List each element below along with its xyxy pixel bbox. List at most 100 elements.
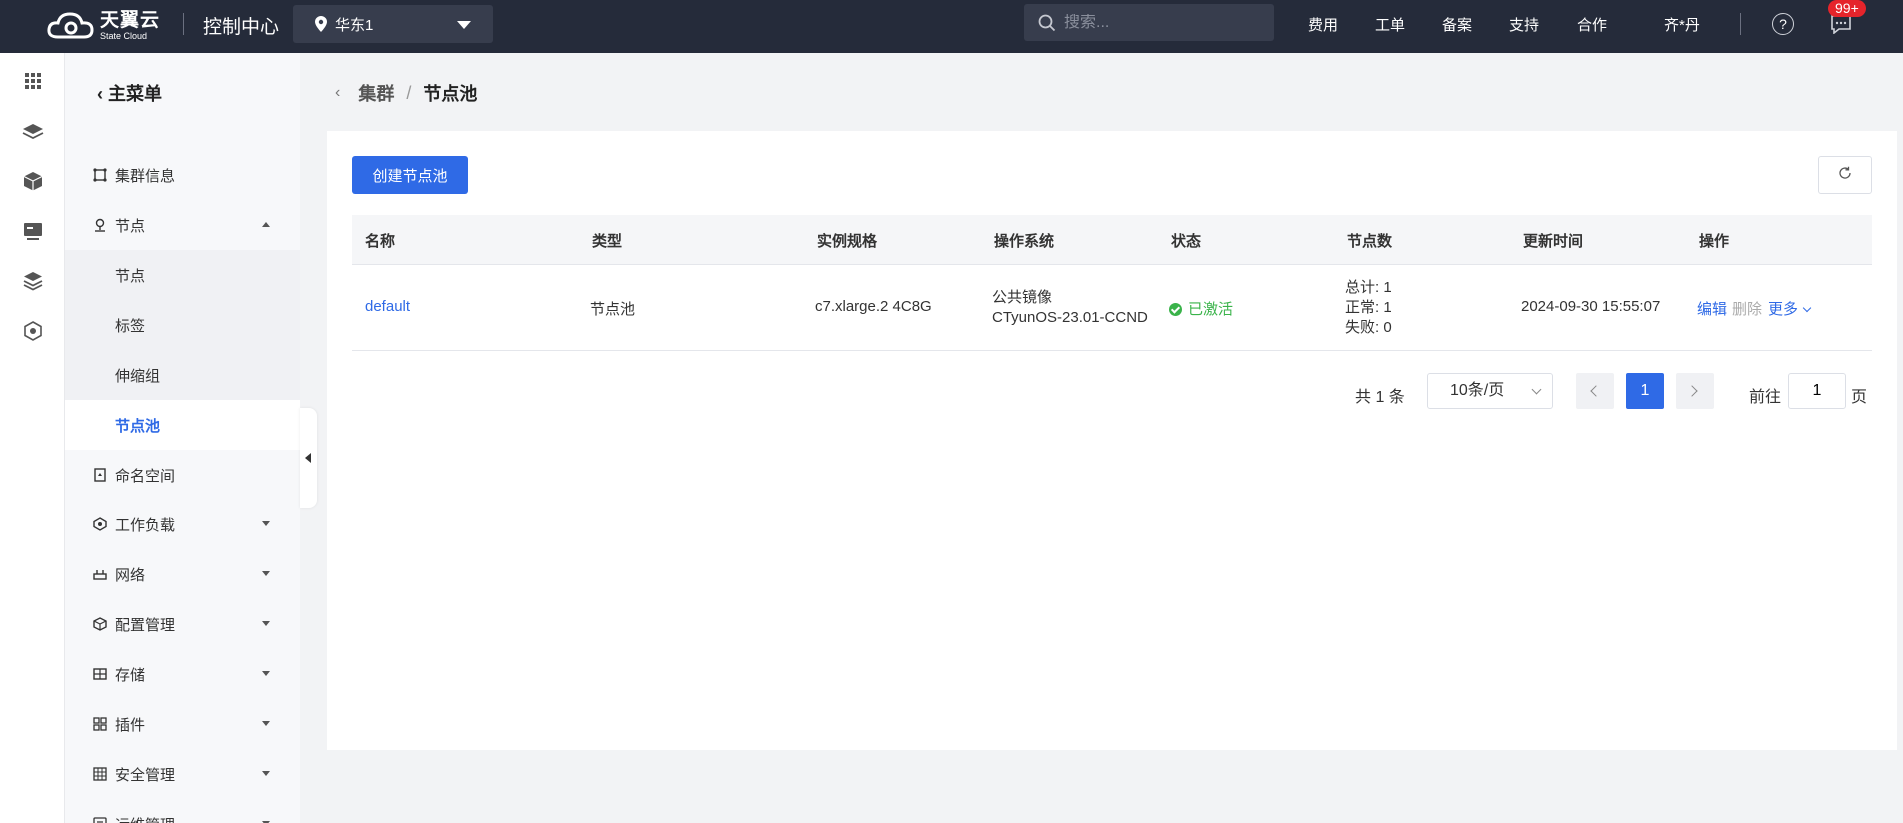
layers-icon[interactable] <box>22 120 44 142</box>
refresh-button[interactable] <box>1818 156 1872 194</box>
sidebar-item-label: 节点 <box>115 217 146 235</box>
sidebar-item-label: 集群信息 <box>115 167 176 185</box>
monitor-icon[interactable] <box>22 220 44 242</box>
cube-icon[interactable] <box>22 170 44 192</box>
sidebar-subitem-labels[interactable]: 标签 <box>65 300 300 350</box>
node-pin-icon <box>95 218 105 232</box>
sidebar-item-plugins[interactable]: 插件 <box>65 699 300 749</box>
chevron-left-icon <box>1590 385 1602 397</box>
more-dropdown[interactable]: 更多 <box>1768 298 1812 319</box>
global-search[interactable] <box>1024 4 1274 41</box>
os-cell: 公共镜像 CTyunOS-23.01-CCND <box>992 288 1152 328</box>
type-cell: 节点池 <box>590 301 636 318</box>
sidebar-item-label: 安全管理 <box>115 766 176 784</box>
caret-down-icon <box>262 621 270 626</box>
page-size-value: 10条/页 <box>1450 382 1505 399</box>
chevron-down-icon <box>1531 384 1542 395</box>
nav-filing[interactable]: 备案 <box>1442 14 1472 35</box>
nodes-failed: 失败: 0 <box>1345 319 1392 336</box>
sidebar-item-label: 工作负载 <box>115 516 176 534</box>
edit-link[interactable]: 编辑 <box>1697 298 1727 319</box>
caret-down-icon <box>262 671 270 676</box>
notification-badge: 99+ <box>1828 0 1866 17</box>
spec-cell: c7.xlarge.2 4C8G <box>815 298 932 315</box>
nav-billing[interactable]: 费用 <box>1308 14 1338 35</box>
console-title[interactable]: 控制中心 <box>203 12 279 39</box>
sidebar-subitem-scaling-groups[interactable]: 伸缩组 <box>65 350 300 400</box>
page-number-current[interactable]: 1 <box>1626 373 1664 409</box>
breadcrumb-parent[interactable]: 集群 <box>358 80 394 106</box>
location-pin-icon <box>315 16 327 32</box>
delete-link[interactable]: 删除 <box>1732 298 1762 319</box>
breadcrumb-separator: / <box>406 82 412 103</box>
breadcrumb-current: 节点池 <box>423 84 478 104</box>
sidebar-subitem-nodes[interactable]: 节点 <box>65 250 300 300</box>
sidebar-collapse-handle[interactable] <box>300 408 317 508</box>
network-hex-icon[interactable] <box>22 320 44 342</box>
page-size-select[interactable]: 10条/页 <box>1427 373 1553 409</box>
sidebar-item-workloads[interactable]: 工作负载 <box>65 499 300 549</box>
caret-down-icon <box>262 721 270 726</box>
column-header-os: 操作系统 <box>994 233 1055 250</box>
page-suffix: 页 <box>1851 389 1868 406</box>
message-icon[interactable] <box>1830 14 1852 34</box>
refresh-icon <box>1839 166 1851 179</box>
sidebar-subitem-node-pools[interactable]: 节点池 <box>65 400 300 450</box>
region-selector[interactable]: 华东1 <box>293 5 493 43</box>
sidebar-item-label: 存储 <box>115 666 146 684</box>
grid-apps-icon[interactable] <box>22 70 44 92</box>
sidebar-item-label: 网络 <box>115 566 146 584</box>
config-icon <box>93 617 107 631</box>
search-icon <box>1038 14 1056 31</box>
user-name[interactable]: 齐*丹 <box>1664 14 1700 35</box>
header-divider-right <box>1740 13 1741 35</box>
sidebar-item-ops[interactable]: 运维管理 <box>65 799 300 823</box>
sidebar-item-cluster-info[interactable]: 集群信息 <box>65 150 300 200</box>
next-page-button[interactable] <box>1676 373 1714 409</box>
column-header-type: 类型 <box>592 233 623 250</box>
storage-icon <box>93 668 107 680</box>
sidebar-item-label: 命名空间 <box>115 467 176 485</box>
search-input[interactable] <box>1064 13 1254 32</box>
node-pool-card: 创建节点池 名称 类型 实例规格 操作系统 状态 节点数 更新时间 操作 def… <box>327 131 1897 750</box>
workload-icon <box>93 517 107 531</box>
main-menu-back[interactable]: ‹ 主菜单 <box>97 80 162 106</box>
column-header-spec: 实例规格 <box>817 233 878 250</box>
sidebar-item-security[interactable]: 安全管理 <box>65 749 300 799</box>
sidebar-item-storage[interactable]: 存储 <box>65 649 300 699</box>
nodes-cell: 总计: 1 正常: 1 失败: 0 <box>1345 278 1392 338</box>
updated-cell: 2024-09-30 15:55:07 <box>1521 298 1661 315</box>
cloud-logo-icon <box>47 12 94 39</box>
sidebar-item-label: 运维管理 <box>115 814 175 823</box>
sidebar-item-label: 配置管理 <box>115 616 176 634</box>
status-text: 已激活 <box>1188 301 1234 318</box>
security-grid-icon <box>93 767 107 781</box>
back-chevron-icon[interactable]: ‹ <box>335 84 340 102</box>
network-icon <box>93 570 107 580</box>
sidebar-item-nodes[interactable]: 节点 <box>65 200 300 250</box>
stack-icon[interactable] <box>22 270 44 292</box>
node-pool-name-link[interactable]: default <box>365 298 410 315</box>
sidebar-item-config[interactable]: 配置管理 <box>65 599 300 649</box>
product-rail <box>0 53 65 823</box>
breadcrumb: ‹ 集群 / 节点池 <box>335 80 477 106</box>
create-node-pool-button[interactable]: 创建节点池 <box>352 156 468 194</box>
goto-page-input[interactable] <box>1788 373 1846 409</box>
pagination-total: 共 1 条 <box>1355 389 1405 406</box>
caret-down-icon <box>262 771 270 776</box>
nav-partner[interactable]: 合作 <box>1577 14 1607 35</box>
logo-sub-text: State Cloud <box>100 31 148 41</box>
prev-page-button[interactable] <box>1576 373 1614 409</box>
column-header-name: 名称 <box>365 233 396 250</box>
help-icon[interactable]: ? <box>1772 13 1794 35</box>
sidebar-item-label: 插件 <box>115 716 146 734</box>
nav-support[interactable]: 支持 <box>1509 14 1539 35</box>
nav-tickets[interactable]: 工单 <box>1375 14 1405 35</box>
os-image-name: CTyunOS-23.01-CCND <box>992 309 1148 326</box>
os-image-type: 公共镜像 <box>992 289 1053 306</box>
column-header-status: 状态 <box>1171 233 1202 250</box>
sidebar-item-network[interactable]: 网络 <box>65 549 300 599</box>
logo[interactable]: 天翼云 State Cloud <box>46 9 160 43</box>
sidebar-item-namespaces[interactable]: 命名空间 <box>65 450 300 500</box>
ops-icon <box>93 817 107 823</box>
